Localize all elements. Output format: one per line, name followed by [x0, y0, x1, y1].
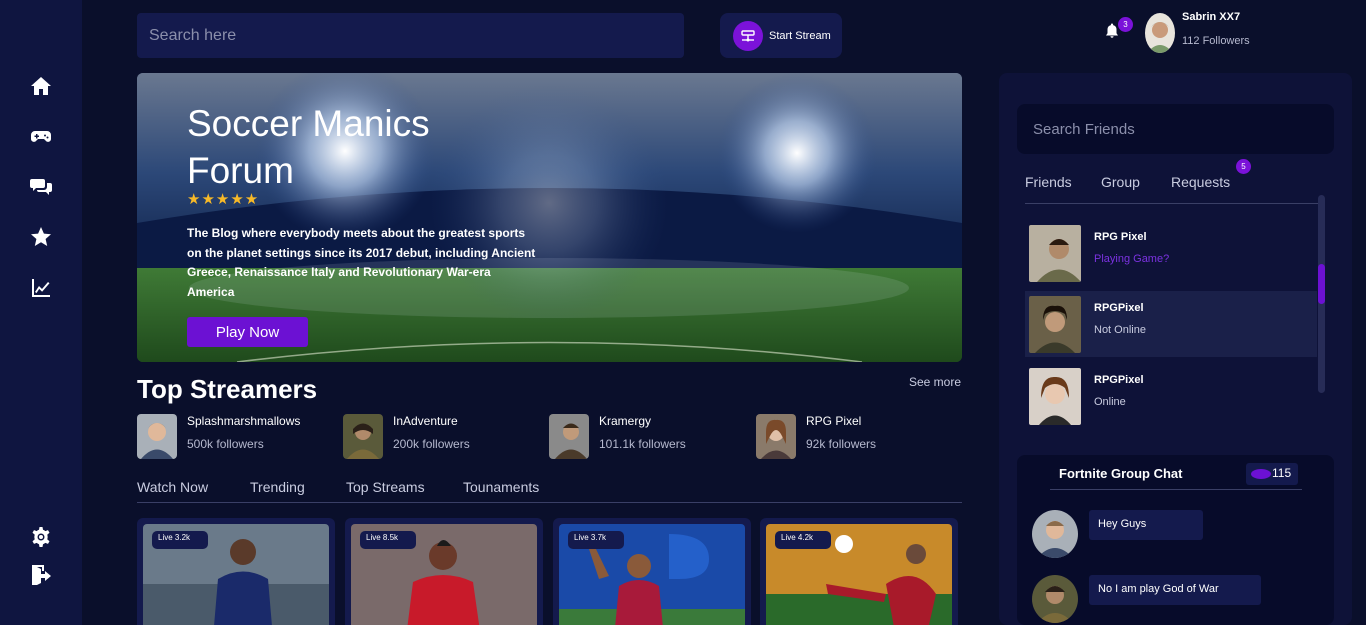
play-now-button[interactable]: Play Now — [187, 317, 308, 347]
scrollbar-thumb[interactable] — [1318, 264, 1325, 304]
hero-description: The Blog where everybody meets about the… — [187, 226, 536, 299]
friend-item[interactable]: RPG Pixel Playing Game? — [1025, 220, 1317, 286]
stream-card[interactable]: Live 3.7k — [553, 518, 751, 625]
stream-card[interactable]: Live 4.2k — [760, 518, 958, 625]
streamer-avatar — [756, 414, 796, 459]
friend-item[interactable]: RPGPixel Online — [1025, 363, 1317, 429]
chat-message: No I am play God of War — [1089, 575, 1261, 605]
home-icon[interactable] — [28, 73, 54, 99]
streamer-followers: 200k followers — [393, 437, 470, 451]
streamer-name: RPG Pixel — [806, 414, 862, 428]
streamer-name: Kramergy — [599, 414, 652, 428]
streamer-name: InAdventure — [393, 414, 458, 428]
streamer-avatar — [137, 414, 177, 459]
friend-name: RPGPixel — [1094, 374, 1144, 386]
streamer-followers: 92k followers — [806, 437, 877, 451]
gamepad-icon[interactable] — [28, 123, 54, 149]
stream-card[interactable]: Live 8.5k — [345, 518, 543, 625]
online-dot-icon — [1251, 469, 1271, 479]
tab-friends[interactable]: Friends — [1025, 174, 1072, 190]
tab-tournaments[interactable]: Tounaments — [463, 479, 539, 495]
chat-avatar[interactable] — [1032, 575, 1078, 623]
avatar[interactable] — [1145, 13, 1175, 53]
streamer-name: Splashmarshmallows — [187, 414, 301, 428]
star-icon[interactable] — [28, 224, 54, 250]
friend-name: RPGPixel — [1094, 302, 1144, 314]
tab-top-streams[interactable]: Top Streams — [346, 479, 425, 495]
notification-badge: 3 — [1118, 17, 1133, 32]
chat-count: 115 — [1272, 466, 1292, 480]
friend-status: Playing Game? — [1094, 253, 1170, 265]
chat-title: Fortnite Group Chat — [1059, 466, 1183, 481]
tab-trending[interactable]: Trending — [250, 479, 305, 495]
stream-card[interactable]: Live 3.2k — [137, 518, 335, 625]
search-input[interactable] — [137, 13, 684, 58]
section-title: Top Streamers — [137, 374, 318, 404]
chat-icon[interactable] — [28, 174, 54, 200]
see-more-link[interactable]: See more — [909, 375, 961, 389]
live-badge: Live 3.2k — [152, 531, 208, 549]
chat-message: Hey Guys — [1089, 510, 1203, 540]
hero-banner: Soccer Manics Forum ★★★★★ The Blog where… — [137, 73, 962, 362]
streamer-avatar — [549, 414, 589, 459]
requests-badge: 5 — [1236, 159, 1251, 174]
chat-avatar[interactable] — [1032, 510, 1078, 558]
friend-avatar — [1029, 368, 1081, 425]
hero-title: Soccer Manics Forum — [187, 103, 430, 191]
profile-name: Sabrin XX7 — [1182, 11, 1241, 23]
streamer-avatar — [343, 414, 383, 459]
friend-status: Online — [1094, 396, 1126, 408]
logout-icon[interactable] — [28, 562, 54, 588]
search-friends-input[interactable] — [1017, 104, 1334, 154]
profile-followers: 112 Followers — [1182, 35, 1250, 47]
friend-status: Not Online — [1094, 324, 1146, 336]
start-stream-label: Start Stream — [769, 29, 831, 42]
chart-icon[interactable] — [28, 275, 54, 301]
tabs-divider — [1025, 203, 1325, 204]
streamer-followers: 101.1k followers — [599, 437, 686, 451]
stream-icon — [733, 20, 763, 51]
live-badge: Live 8.5k — [360, 531, 416, 549]
tab-watch-now[interactable]: Watch Now — [137, 479, 208, 495]
live-badge: Live 4.2k — [775, 531, 831, 549]
friend-avatar — [1029, 296, 1081, 353]
content-tabs: Watch Now Trending Top Streams Tounament… — [137, 478, 962, 503]
streamer-followers: 500k followers — [187, 437, 264, 451]
friend-name: RPG Pixel — [1094, 231, 1147, 243]
start-stream-button[interactable]: Start Stream — [720, 13, 842, 58]
friend-avatar — [1029, 225, 1081, 282]
rating-stars: ★★★★★ — [187, 191, 260, 208]
chat-divider — [1050, 489, 1302, 490]
friend-item[interactable]: RPGPixel Not Online — [1025, 291, 1317, 357]
gear-icon[interactable] — [28, 524, 54, 550]
tab-group[interactable]: Group — [1101, 174, 1140, 190]
live-badge: Live 3.7k — [568, 531, 624, 549]
sidebar — [0, 0, 82, 625]
tab-requests[interactable]: Requests — [1171, 174, 1230, 190]
